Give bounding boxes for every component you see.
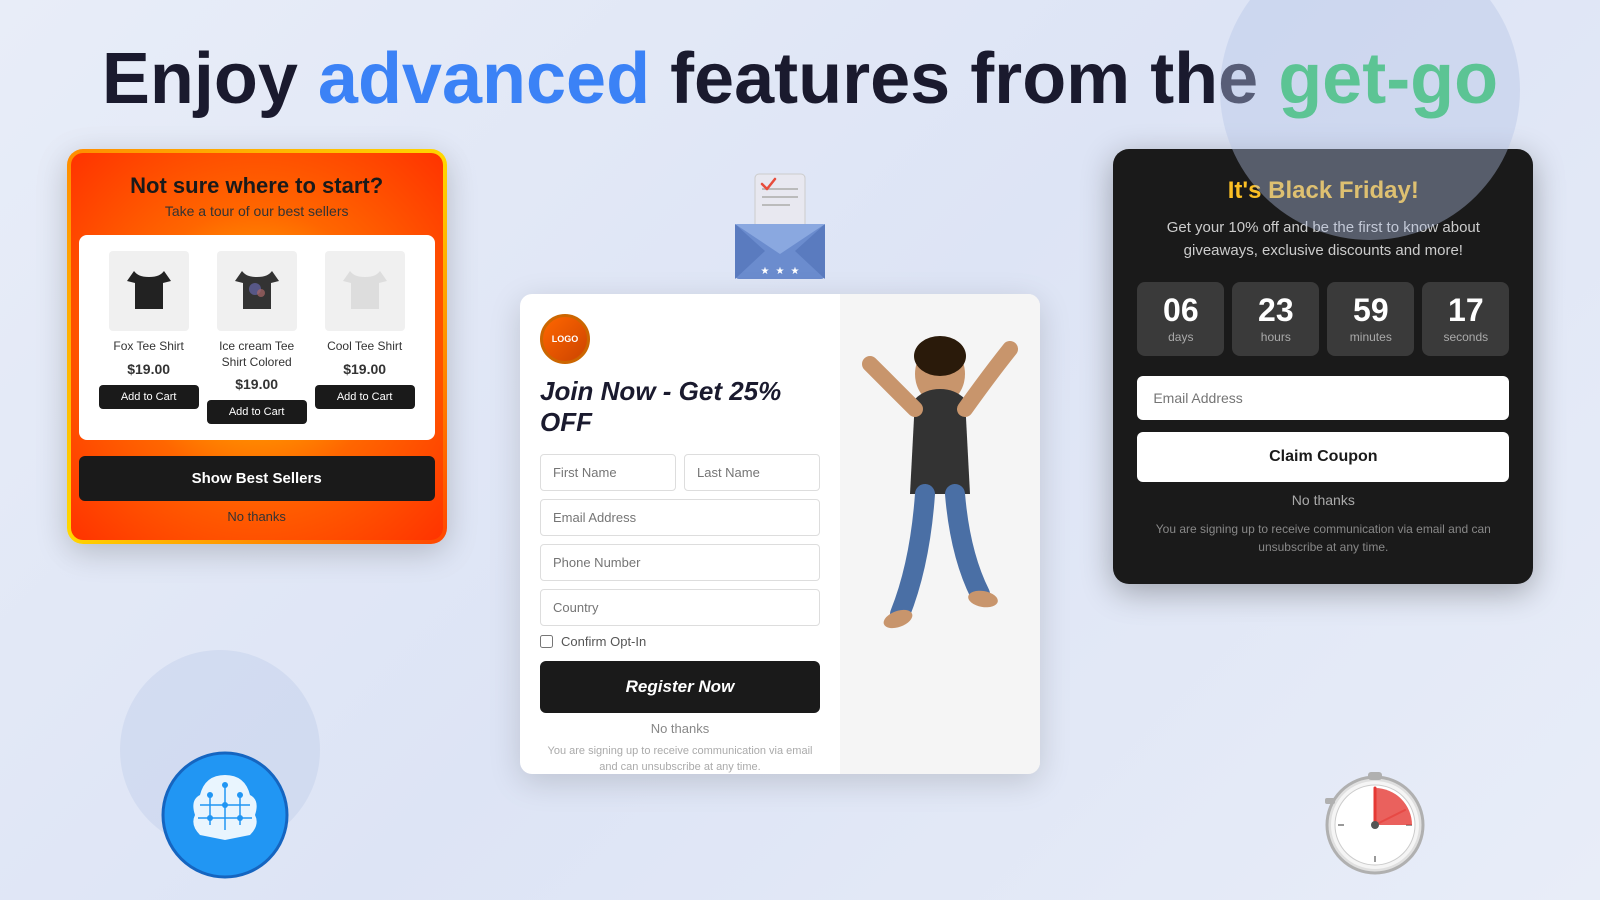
blackfriday-no-thanks[interactable]: No thanks bbox=[1137, 492, 1509, 508]
countdown-days: 06 days bbox=[1137, 282, 1224, 356]
email-no-thanks[interactable]: No thanks bbox=[540, 721, 820, 736]
svg-text:★: ★ bbox=[791, 266, 800, 277]
countdown-hours-value: 23 bbox=[1240, 294, 1311, 326]
join-title: Join Now - Get 25% OFF bbox=[540, 376, 820, 438]
envelope-icon: ★ ★ ★ bbox=[720, 169, 840, 279]
product-item-2: Ice cream Tee Shirt Colored $19.00 Add t… bbox=[207, 251, 307, 424]
show-best-sellers-button[interactable]: Show Best Sellers bbox=[79, 456, 435, 501]
product-image-2 bbox=[217, 251, 297, 331]
logo-area: LOGO bbox=[540, 314, 820, 364]
country-input[interactable] bbox=[540, 589, 820, 626]
stopwatch-icon bbox=[1310, 750, 1440, 880]
product-image-1 bbox=[109, 251, 189, 331]
svg-text:★: ★ bbox=[761, 266, 770, 277]
product-item-1: Fox Tee Shirt $19.00 Add to Cart bbox=[99, 251, 199, 409]
product-name-3: Cool Tee Shirt bbox=[315, 339, 415, 355]
blackfriday-email-input[interactable] bbox=[1137, 376, 1509, 420]
person-illustration bbox=[840, 294, 1040, 774]
add-to-cart-btn-3[interactable]: Add to Cart bbox=[315, 385, 415, 409]
bestseller-header: Not sure where to start? Take a tour of … bbox=[71, 153, 443, 227]
bestseller-card: Not sure where to start? Take a tour of … bbox=[67, 149, 447, 544]
product-price-1: $19.00 bbox=[99, 361, 199, 377]
bestseller-footer: Show Best Sellers No thanks bbox=[71, 448, 443, 540]
logo-text: LOGO bbox=[552, 334, 579, 344]
countdown-hours-label: hours bbox=[1240, 330, 1311, 344]
countdown-minutes-value: 59 bbox=[1335, 294, 1406, 326]
blackfriday-fine-print: You are signing up to receive communicat… bbox=[1137, 520, 1509, 556]
bestseller-no-thanks[interactable]: No thanks bbox=[79, 501, 435, 528]
email-fine-print: You are signing up to receive communicat… bbox=[540, 744, 820, 774]
countdown-row: 06 days 23 hours 59 minutes 17 seconds bbox=[1137, 282, 1509, 356]
bestseller-title: Not sure where to start? bbox=[87, 173, 427, 199]
bestseller-subtitle: Take a tour of our best sellers bbox=[87, 203, 427, 219]
last-name-input[interactable] bbox=[684, 454, 820, 491]
tshirt-icon-1 bbox=[119, 261, 179, 321]
title-part1: Enjoy bbox=[102, 39, 318, 119]
email-address-input[interactable] bbox=[540, 499, 820, 536]
bestseller-products: Fox Tee Shirt $19.00 Add to Cart Ice cre… bbox=[79, 235, 435, 440]
email-card-wrapper: ★ ★ ★ LOGO Join Now - Get 25% OFF bbox=[520, 149, 1040, 774]
countdown-seconds: 17 seconds bbox=[1422, 282, 1509, 356]
email-form-left: LOGO Join Now - Get 25% OFF bbox=[520, 294, 840, 774]
product-price-2: $19.00 bbox=[207, 376, 307, 392]
optin-label: Confirm Opt-In bbox=[561, 634, 646, 649]
countdown-minutes-label: minutes bbox=[1335, 330, 1406, 344]
tshirt-icon-2 bbox=[227, 261, 287, 321]
register-button[interactable]: Register Now bbox=[540, 661, 820, 713]
product-name-1: Fox Tee Shirt bbox=[99, 339, 199, 355]
svg-text:★: ★ bbox=[776, 266, 785, 277]
logo-badge: LOGO bbox=[540, 314, 590, 364]
product-image-3 bbox=[325, 251, 405, 331]
phone-input[interactable] bbox=[540, 544, 820, 581]
add-to-cart-btn-2[interactable]: Add to Cart bbox=[207, 400, 307, 424]
first-name-input[interactable] bbox=[540, 454, 676, 491]
claim-coupon-button[interactable]: Claim Coupon bbox=[1137, 432, 1509, 482]
add-to-cart-btn-1[interactable]: Add to Cart bbox=[99, 385, 199, 409]
envelope-container: ★ ★ ★ bbox=[720, 149, 840, 294]
email-form-section: LOGO Join Now - Get 25% OFF bbox=[520, 294, 1040, 774]
product-price-3: $19.00 bbox=[315, 361, 415, 377]
countdown-days-label: days bbox=[1145, 330, 1216, 344]
product-name-2: Ice cream Tee Shirt Colored bbox=[207, 339, 307, 370]
title-advanced: advanced bbox=[318, 39, 650, 119]
tshirt-icon-3 bbox=[335, 261, 395, 321]
optin-row: Confirm Opt-In bbox=[540, 634, 820, 649]
brain-icon bbox=[160, 750, 290, 880]
optin-checkbox[interactable] bbox=[540, 635, 553, 648]
countdown-minutes: 59 minutes bbox=[1327, 282, 1414, 356]
countdown-seconds-label: seconds bbox=[1430, 330, 1501, 344]
countdown-hours: 23 hours bbox=[1232, 282, 1319, 356]
countdown-seconds-value: 17 bbox=[1430, 294, 1501, 326]
name-row bbox=[540, 454, 820, 491]
person-image-area bbox=[840, 294, 1040, 774]
email-signup-card: LOGO Join Now - Get 25% OFF bbox=[520, 294, 1040, 774]
bestseller-inner: Not sure where to start? Take a tour of … bbox=[71, 153, 443, 540]
title-part2: features from the bbox=[650, 39, 1278, 119]
product-item-3: Cool Tee Shirt $19.00 Add to Cart bbox=[315, 251, 415, 409]
countdown-days-value: 06 bbox=[1145, 294, 1216, 326]
